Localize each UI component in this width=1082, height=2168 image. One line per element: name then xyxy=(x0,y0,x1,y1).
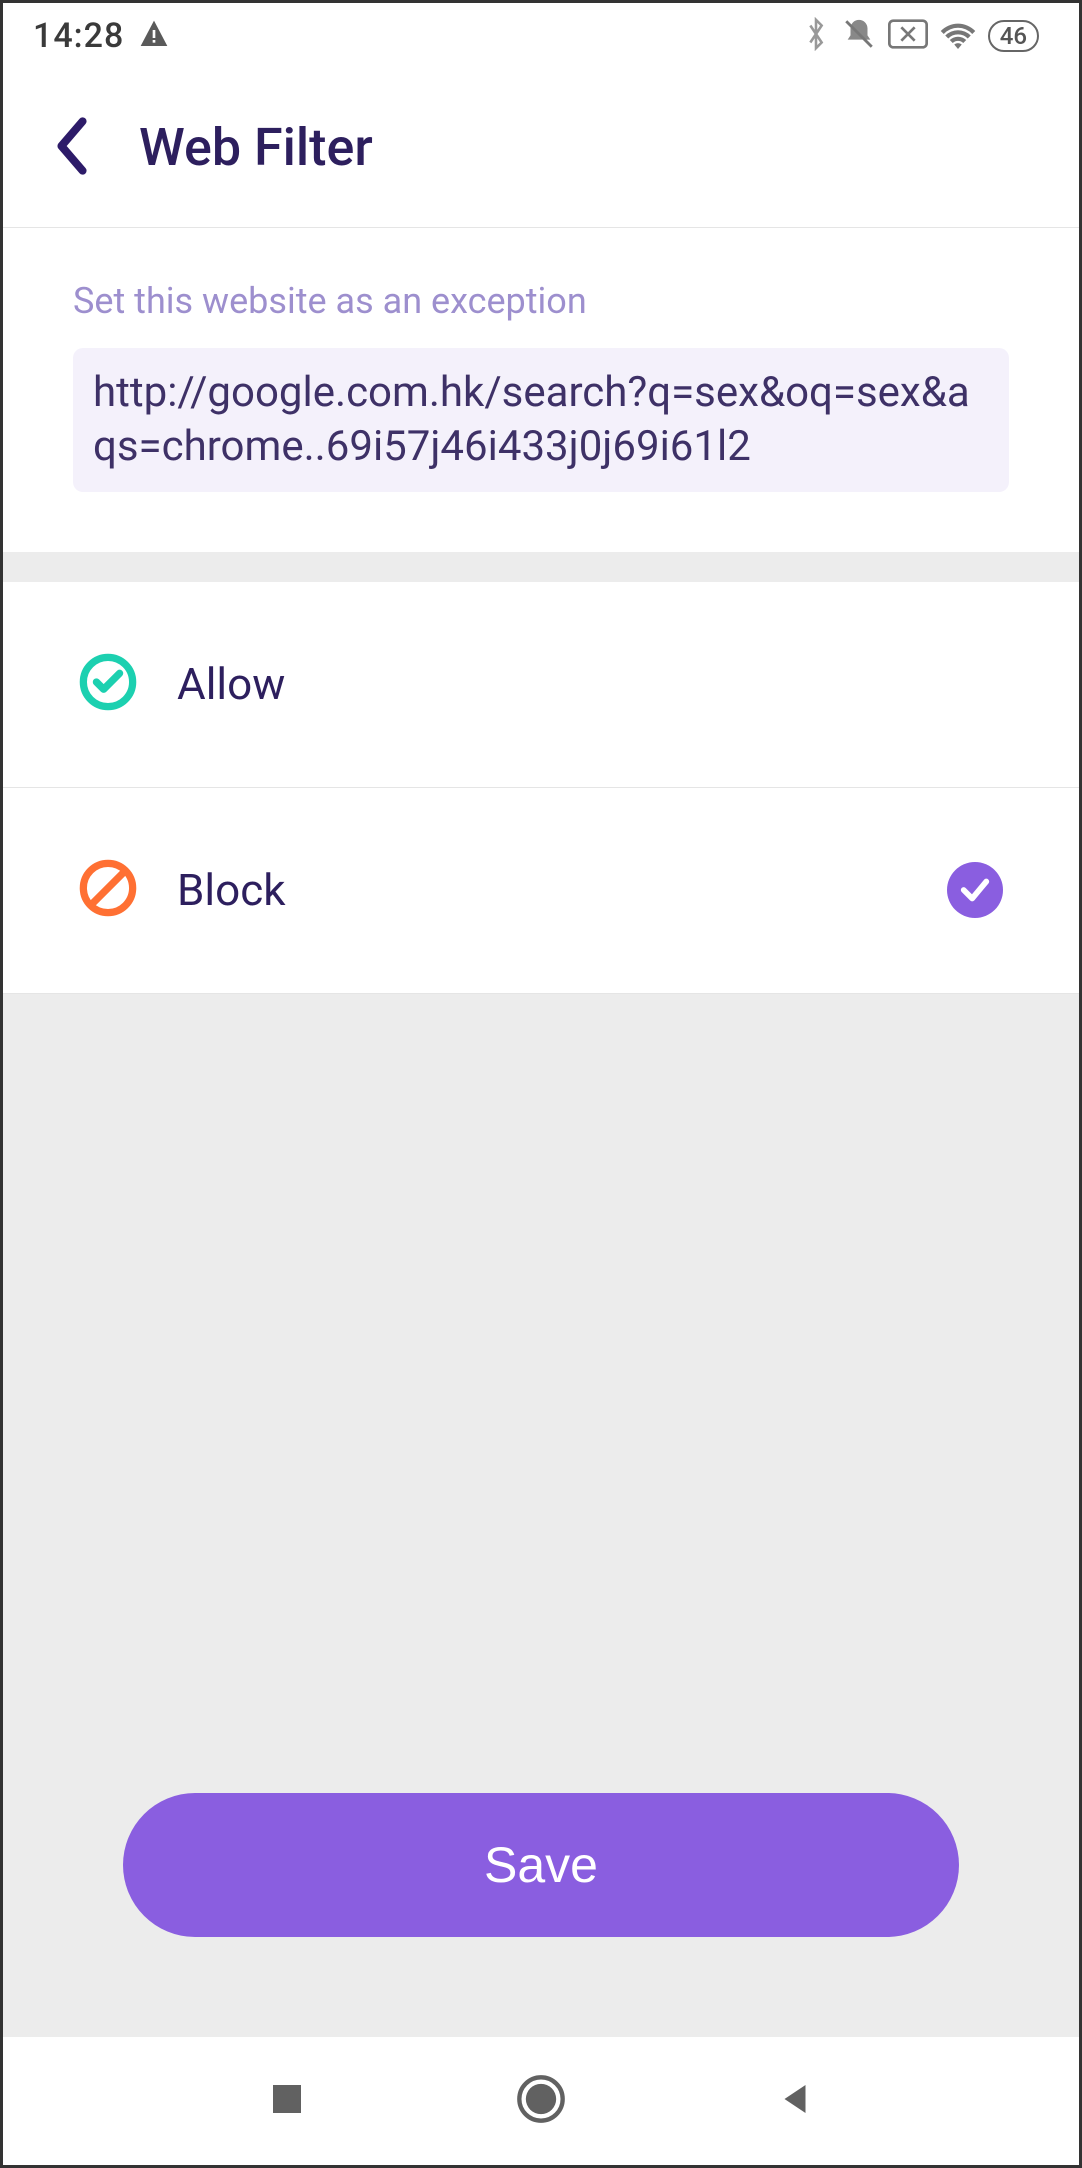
page-title: Web Filter xyxy=(139,117,373,178)
battery-level: 46 xyxy=(988,20,1039,52)
content-background: Save xyxy=(3,994,1079,2038)
mute-icon xyxy=(842,17,876,55)
save-button[interactable]: Save xyxy=(123,1793,959,1937)
nav-recent-button[interactable] xyxy=(266,2078,308,2124)
url-input[interactable]: http://google.com.hk/search?q=sex&oq=sex… xyxy=(73,348,1009,492)
wifi-icon xyxy=(940,19,976,53)
section-divider xyxy=(3,552,1079,582)
android-status-bar: 14:28 46 xyxy=(3,3,1079,68)
block-prohibit-icon xyxy=(79,859,137,921)
no-sim-icon xyxy=(888,19,928,53)
alert-triangle-icon xyxy=(138,18,170,54)
option-allow-label: Allow xyxy=(177,658,1003,710)
allow-check-icon xyxy=(79,653,137,715)
nav-home-button[interactable] xyxy=(515,2073,567,2129)
exception-section: Set this website as an exception http://… xyxy=(3,228,1079,552)
back-button[interactable] xyxy=(53,116,91,180)
option-allow[interactable]: Allow xyxy=(3,582,1079,788)
exception-caption: Set this website as an exception xyxy=(73,280,1009,322)
android-nav-bar xyxy=(3,2037,1079,2165)
option-block[interactable]: Block xyxy=(3,788,1079,994)
status-time: 14:28 xyxy=(33,16,124,56)
bluetooth-icon xyxy=(802,17,830,55)
nav-back-button[interactable] xyxy=(774,2078,816,2124)
app-bar: Web Filter xyxy=(3,68,1079,228)
option-block-label: Block xyxy=(177,864,907,916)
selected-check-icon xyxy=(947,862,1003,918)
